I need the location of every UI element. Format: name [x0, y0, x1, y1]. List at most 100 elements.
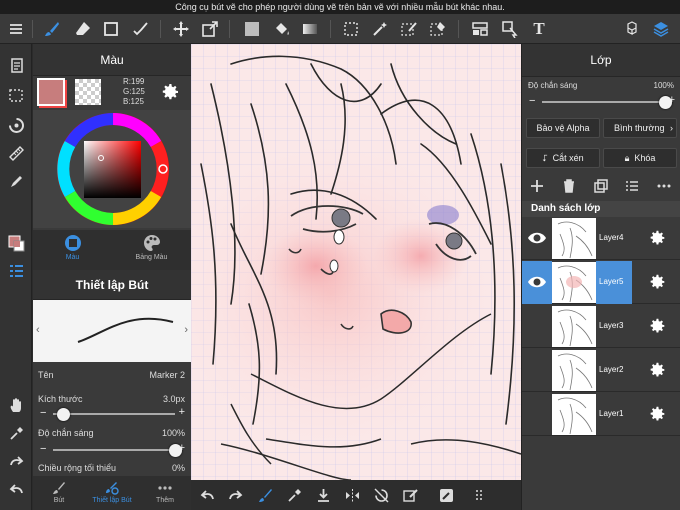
- bucket-icon[interactable]: [271, 18, 293, 40]
- color-swatch-icon[interactable]: [5, 232, 27, 254]
- stroke-preview: ‹ ›: [33, 300, 191, 362]
- alpha-protect-button[interactable]: Bảo vệ Alpha: [526, 118, 600, 138]
- menu-icon[interactable]: [5, 18, 27, 40]
- layer-row[interactable]: Layer5: [522, 261, 680, 304]
- undo-icon[interactable]: [197, 485, 217, 505]
- chevron-right-icon[interactable]: ›: [184, 324, 188, 336]
- lock-icon: 🔒︎: [624, 153, 630, 163]
- hand-icon[interactable]: [5, 394, 27, 416]
- current-color-swatch[interactable]: [37, 78, 65, 106]
- red-value: R:199: [123, 77, 145, 86]
- clipping-button[interactable]: ⮦ Cắt xén: [526, 148, 600, 168]
- grid-icon[interactable]: [470, 485, 490, 505]
- layer-row[interactable]: Layer4: [522, 217, 680, 260]
- visibility-toggle[interactable]: [522, 261, 552, 304]
- gear-icon[interactable]: [649, 317, 667, 335]
- frame-divider-icon[interactable]: [469, 18, 491, 40]
- reference-icon[interactable]: [436, 485, 456, 505]
- tab-brush[interactable]: Bút: [33, 476, 85, 510]
- move-icon[interactable]: [170, 18, 192, 40]
- layer-name: Layer2: [599, 365, 624, 374]
- opacity-slider[interactable]: − +: [33, 441, 191, 459]
- gradient-icon[interactable]: [299, 18, 321, 40]
- layer-opacity-slider[interactable]: − +: [522, 93, 680, 111]
- drawing-canvas[interactable]: [191, 44, 521, 480]
- more-icon[interactable]: [655, 177, 673, 195]
- magic-wand-icon[interactable]: [369, 18, 391, 40]
- tab-more[interactable]: Thêm: [139, 476, 191, 510]
- correction-pen-icon[interactable]: [130, 18, 152, 40]
- operation-icon[interactable]: [499, 18, 521, 40]
- tab-palette-label: Bảng Màu: [135, 254, 168, 261]
- selection-icon[interactable]: [5, 84, 27, 106]
- tab-color[interactable]: Màu: [33, 230, 112, 270]
- blend-mode-button[interactable]: Bình thường ›: [603, 118, 677, 138]
- gear-icon[interactable]: [649, 361, 667, 379]
- minus-icon[interactable]: −: [40, 407, 46, 419]
- select-rect-icon[interactable]: [340, 18, 362, 40]
- slider-knob[interactable]: [56, 408, 70, 421]
- layer-thumbnail: [552, 350, 596, 391]
- select-pen-icon[interactable]: [398, 18, 420, 40]
- ruler-icon[interactable]: [5, 142, 27, 164]
- text-tool-icon[interactable]: T: [528, 18, 550, 40]
- transform-icon[interactable]: [199, 18, 221, 40]
- bottom-tabs: Bút Thiết lập Bút Thêm: [33, 476, 191, 510]
- plus-icon[interactable]: +: [669, 94, 675, 106]
- visibility-toggle[interactable]: [522, 393, 552, 436]
- redo-icon[interactable]: [5, 450, 27, 472]
- eraser-tool-icon[interactable]: [72, 18, 94, 40]
- minus-icon[interactable]: −: [529, 95, 535, 107]
- tab-pen-settings[interactable]: Thiết lập Bút: [86, 476, 138, 510]
- undo-icon[interactable]: [5, 478, 27, 500]
- pen-settings-panel: Thiết lập Bút ‹ › Tên Marker 2 Kích thướ…: [33, 270, 191, 476]
- lock-button[interactable]: 🔒︎ Khóa: [603, 148, 677, 168]
- layer-row[interactable]: Layer1: [522, 393, 680, 436]
- app-root: Công cụ bút vẽ cho phép người dùng vẽ tr…: [0, 0, 680, 510]
- gear-icon[interactable]: [161, 82, 181, 102]
- rgb-readout: R:199 G:125 B:125: [123, 77, 145, 107]
- layer-list-icon[interactable]: [5, 260, 27, 282]
- transparent-swatch[interactable]: [75, 79, 101, 105]
- gear-icon[interactable]: [649, 229, 667, 247]
- plus-icon[interactable]: +: [179, 442, 185, 454]
- gear-icon[interactable]: [649, 405, 667, 423]
- rotate-lock-icon[interactable]: [371, 485, 391, 505]
- visibility-toggle[interactable]: [522, 349, 552, 392]
- clip-icon: ⮦: [542, 153, 548, 163]
- fill-color-icon[interactable]: [241, 18, 263, 40]
- add-layer-icon[interactable]: [528, 177, 546, 195]
- rotate-icon[interactable]: [5, 114, 27, 136]
- layer-list-icon[interactable]: [623, 177, 641, 195]
- color-row: R:199 G:125 B:125: [33, 77, 191, 108]
- layers-icon[interactable]: [650, 18, 672, 40]
- eyedropper-icon[interactable]: [284, 485, 304, 505]
- visibility-toggle[interactable]: [522, 217, 552, 260]
- layer-name: Layer4: [599, 233, 624, 242]
- eyedropper-brush-icon[interactable]: [5, 170, 27, 192]
- shape-tool-icon[interactable]: [100, 18, 122, 40]
- layer-row[interactable]: Layer3: [522, 305, 680, 348]
- import-icon[interactable]: [313, 485, 333, 505]
- color-wheel[interactable]: [33, 110, 191, 228]
- flip-horizontal-icon[interactable]: [342, 485, 362, 505]
- minus-icon[interactable]: −: [40, 443, 46, 455]
- redo-icon[interactable]: [225, 485, 245, 505]
- edit-selection-icon[interactable]: [400, 485, 420, 505]
- size-slider[interactable]: − +: [33, 405, 191, 423]
- tab-palette[interactable]: Bảng Màu: [112, 230, 191, 270]
- brush-icon[interactable]: [255, 485, 275, 505]
- materials-icon[interactable]: [621, 18, 643, 40]
- plus-icon[interactable]: +: [179, 406, 185, 418]
- eyedropper-icon[interactable]: [5, 422, 27, 444]
- clipping-label: Cắt xén: [552, 153, 584, 163]
- delete-layer-icon[interactable]: [560, 177, 578, 195]
- visibility-toggle[interactable]: [522, 305, 552, 348]
- document-icon[interactable]: [5, 54, 27, 76]
- duplicate-layer-icon[interactable]: [592, 177, 610, 195]
- pen-name-row[interactable]: Tên Marker 2: [33, 366, 191, 386]
- gear-icon[interactable]: [649, 273, 667, 291]
- layer-row[interactable]: Layer2: [522, 349, 680, 392]
- select-eraser-icon[interactable]: [427, 18, 449, 40]
- brush-tool-icon[interactable]: [41, 18, 63, 40]
